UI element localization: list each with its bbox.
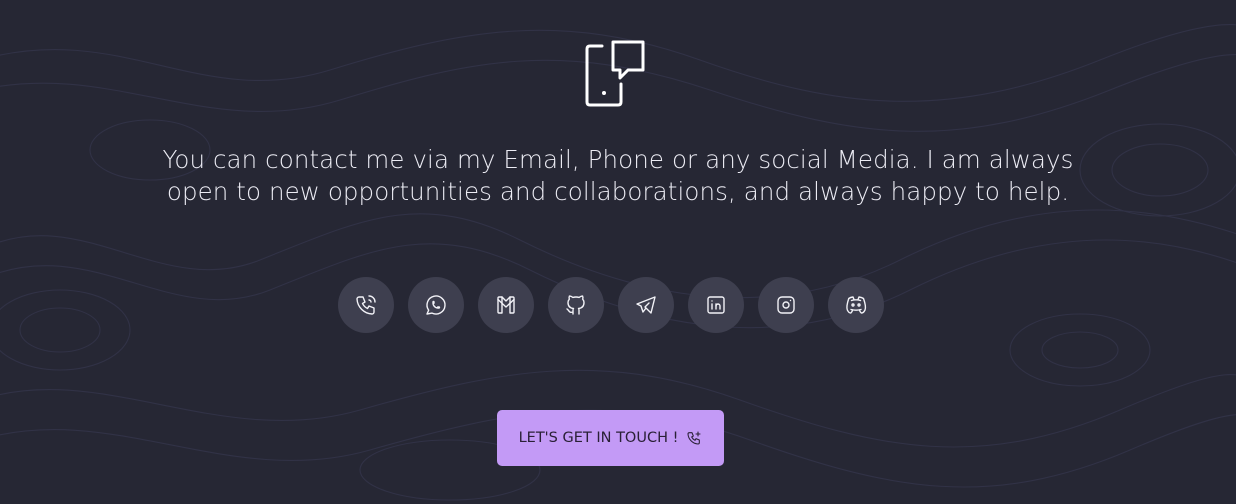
- phone-icon: [356, 295, 376, 315]
- social-links: [338, 277, 884, 333]
- gmail-button[interactable]: [478, 277, 534, 333]
- contact-device-icon: [585, 40, 645, 107]
- telegram-icon: [636, 296, 656, 314]
- cta-label: LET'S GET IN TOUCH !: [518, 430, 679, 446]
- contact-intro-text: You can contact me via my Email, Phone o…: [118, 144, 1118, 208]
- phone-button[interactable]: [338, 277, 394, 333]
- github-button[interactable]: [548, 277, 604, 333]
- gmail-icon: [497, 296, 515, 314]
- whatsapp-button[interactable]: [408, 277, 464, 333]
- github-icon: [566, 295, 585, 315]
- linkedin-icon: [707, 296, 725, 314]
- whatsapp-icon: [426, 295, 446, 315]
- telegram-button[interactable]: [618, 277, 674, 333]
- discord-icon: [846, 296, 867, 314]
- intro-line-1: You can contact me via my Email, Phone o…: [162, 145, 1074, 174]
- instagram-icon: [777, 296, 795, 314]
- discord-button[interactable]: [828, 277, 884, 333]
- instagram-button[interactable]: [758, 277, 814, 333]
- get-in-touch-button[interactable]: LET'S GET IN TOUCH !: [497, 410, 724, 466]
- intro-line-2: open to new opportunities and collaborat…: [166, 177, 1070, 206]
- phone-plus-icon: [687, 431, 701, 445]
- linkedin-button[interactable]: [688, 277, 744, 333]
